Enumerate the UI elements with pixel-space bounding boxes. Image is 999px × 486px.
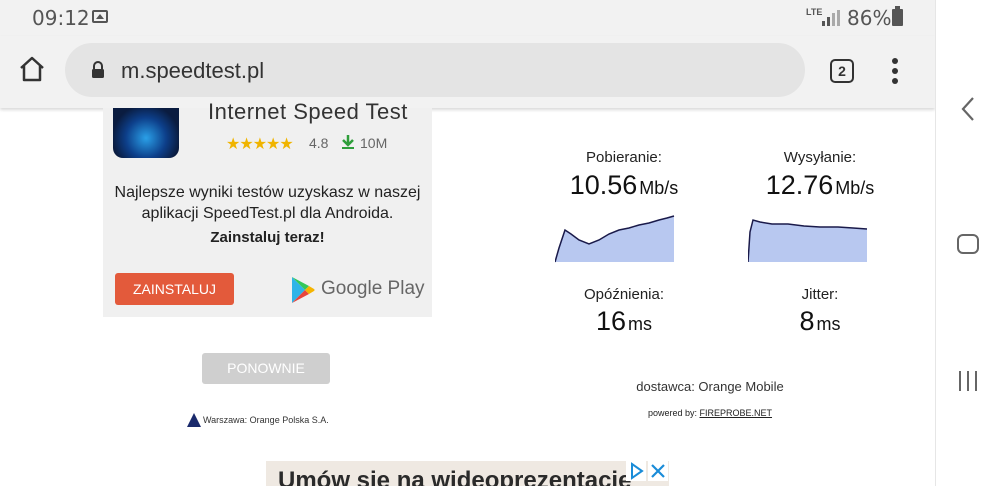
google-play-icon[interactable] [290, 276, 316, 304]
ping-label: Opóźnienia: [583, 286, 665, 303]
image-notification-icon [92, 10, 108, 23]
google-play-label[interactable]: Google Play [321, 278, 425, 300]
jitter-label: Jitter: [801, 286, 839, 303]
recent-apps-icon[interactable] [957, 370, 979, 392]
retry-button[interactable]: PONOWNIE [202, 353, 330, 384]
adchoices-icon[interactable] [626, 461, 646, 481]
network-type: LTE [806, 7, 823, 17]
ping-value: 16 ms [595, 306, 653, 336]
provider-text: dostawca: Orange Mobile [636, 379, 784, 394]
signal-icon [822, 10, 840, 26]
lock-icon [92, 61, 104, 78]
download-icon [342, 135, 354, 149]
banner-ad-text: Umów się na wideoprezentację [278, 467, 632, 486]
battery-percent: 86% [847, 6, 892, 30]
download-label: Pobieranie: [586, 149, 662, 166]
rating-stars: ★★★★★ [226, 136, 294, 153]
promo-text: Najlepsze wyniki testów uzyskasz w nasze… [114, 184, 421, 222]
download-count: 10M [360, 135, 388, 151]
rating-value: 4.8 [309, 135, 329, 151]
install-button[interactable]: ZAINSTALUJ [115, 273, 234, 305]
status-bar [0, 0, 935, 36]
server-location: Warszawa: Orange Polska S.A. [203, 415, 329, 425]
home-icon[interactable] [18, 55, 46, 83]
upload-speed-graph [748, 219, 868, 263]
battery-icon [892, 6, 903, 26]
jitter-value: 8 ms [799, 306, 841, 336]
promo-cta: Zainstaluj teraz! [210, 229, 325, 246]
bottom-banner-ad[interactable]: Umów się na wideoprezentację [266, 461, 669, 486]
upload-label: Wysyłanie: [783, 149, 857, 166]
fireprobe-link[interactable]: FIREPROBE.NET [700, 408, 773, 418]
upload-value: 12.76 Mb/s [765, 170, 875, 200]
more-menu-icon[interactable] [892, 58, 898, 84]
url-text[interactable]: m.speedtest.pl [121, 58, 264, 84]
home-nav-icon[interactable] [957, 234, 979, 254]
app-title: Internet Speed Test [208, 99, 408, 124]
tab-switcher-button[interactable]: 2 [830, 59, 854, 83]
server-marker-icon [187, 413, 201, 427]
back-icon[interactable] [960, 96, 976, 122]
app-icon [113, 108, 179, 158]
status-time: 09:12 [32, 6, 90, 30]
download-speed-graph [555, 215, 675, 263]
powered-by: powered by: FIREPROBE.NET [647, 408, 773, 418]
download-value: 10.56 Mb/s [569, 170, 679, 200]
close-ad-icon[interactable] [648, 461, 668, 481]
